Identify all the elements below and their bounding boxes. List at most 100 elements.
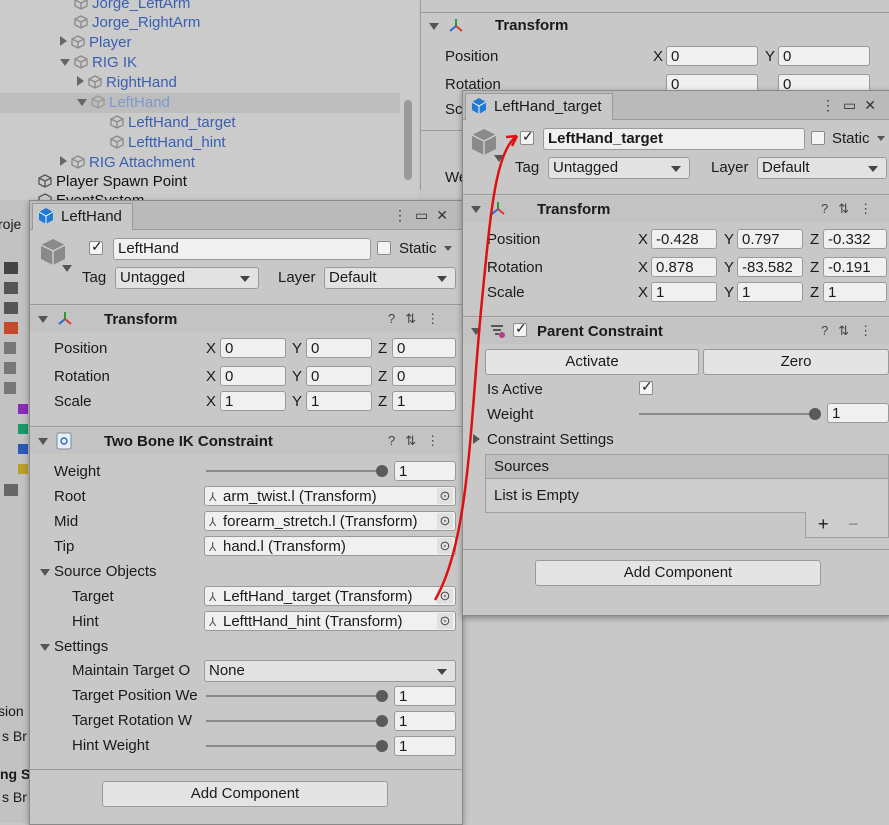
layer-dropdown[interactable]: Default — [324, 267, 456, 289]
expand-arrow-icon[interactable] — [77, 76, 84, 86]
static-dropdown-icon[interactable] — [444, 246, 452, 251]
rotation-z-field[interactable]: 0 — [392, 366, 456, 386]
object-picker-icon[interactable]: ⊙ — [437, 538, 453, 554]
preset-icon[interactable]: ⇅ — [838, 323, 859, 338]
hierarchy-scrollbar[interactable] — [404, 100, 412, 180]
target-rotation-weight-field[interactable]: 1 — [394, 711, 456, 731]
transform-header[interactable]: Transform ?⇅⋮ — [463, 196, 889, 222]
weight-slider-track[interactable] — [206, 470, 384, 472]
parent-constraint-header[interactable]: Parent Constraint ?⇅⋮ — [463, 318, 889, 344]
hierarchy-item[interactable]: RIG Attachment — [60, 153, 195, 173]
help-icon[interactable]: ? — [821, 201, 838, 216]
add-component-button[interactable]: Add Component — [102, 781, 388, 807]
rotation-x-field[interactable]: 0 — [220, 366, 286, 386]
root-object-field[interactable]: ⅄ arm_twist.l (Transform) ⊙ — [204, 486, 456, 506]
trw-slider-track[interactable] — [206, 720, 384, 722]
activate-button[interactable]: Activate — [485, 349, 699, 375]
object-picker-icon[interactable]: ⊙ — [437, 588, 453, 604]
hierarchy-item-selected[interactable]: LeftHand — [0, 93, 400, 113]
icon-dropdown-arrow[interactable] — [62, 265, 72, 272]
hint-weight-field[interactable]: 1 — [394, 736, 456, 756]
source-objects-label[interactable]: Source Objects — [54, 563, 157, 580]
collapse-arrow-icon[interactable] — [429, 23, 439, 30]
object-picker-icon[interactable]: ⊙ — [437, 613, 453, 629]
tag-dropdown[interactable]: Untagged — [548, 157, 690, 179]
object-picker-icon[interactable]: ⊙ — [437, 488, 453, 504]
scale-z-field[interactable]: 1 — [823, 282, 887, 302]
maximize-icon[interactable]: ▭ — [843, 97, 864, 113]
collapse-arrow-icon[interactable] — [471, 206, 481, 213]
tag-dropdown[interactable]: Untagged — [115, 267, 259, 289]
tab-lefthand-target[interactable]: LeftHand_target — [465, 93, 613, 120]
rotation-y-field[interactable]: 0 — [306, 366, 372, 386]
settings-label[interactable]: Settings — [54, 638, 108, 655]
hierarchy-item[interactable]: RightHand — [77, 73, 177, 93]
layer-dropdown[interactable]: Default — [757, 157, 887, 179]
add-component-button[interactable]: Add Component — [535, 560, 821, 586]
enable-component-checkbox[interactable] — [513, 320, 527, 337]
target-position-weight-field[interactable]: 1 — [394, 686, 456, 706]
rotation-x-field[interactable]: 0.878 — [651, 257, 717, 277]
target-object-field[interactable]: ⅄ LeftHand_target (Transform) ⊙ — [204, 586, 456, 606]
hierarchy-item[interactable]: Jorge_RightArm — [74, 13, 200, 33]
hierarchy-item[interactable]: Player — [60, 33, 132, 53]
hierarchy-item[interactable]: Player Spawn Point — [38, 172, 187, 192]
collapse-arrow-icon[interactable] — [38, 438, 48, 445]
scale-x-field[interactable]: 1 — [651, 282, 717, 302]
rotation-y-field[interactable]: -83.582 — [737, 257, 803, 277]
weight-field[interactable]: 1 — [827, 403, 889, 423]
help-icon[interactable]: ? — [821, 323, 838, 338]
hw-slider-knob[interactable] — [376, 740, 388, 752]
object-picker-icon[interactable]: ⊙ — [437, 513, 453, 529]
collapse-arrow-icon[interactable] — [60, 59, 70, 66]
mid-object-field[interactable]: ⅄ forearm_stretch.l (Transform) ⊙ — [204, 511, 456, 531]
scale-z-field[interactable]: 1 — [392, 391, 456, 411]
help-icon[interactable]: ? — [388, 433, 405, 448]
hierarchy-item[interactable]: RIG IK — [60, 53, 137, 73]
static-checkbox[interactable] — [377, 241, 391, 255]
add-item-icon[interactable]: + — [818, 514, 829, 535]
weight-slider-track[interactable] — [639, 413, 817, 415]
position-x-field[interactable]: -0.428 — [651, 229, 717, 249]
scale-y-field[interactable]: 1 — [737, 282, 803, 302]
scale-x-field[interactable]: 1 — [220, 391, 286, 411]
position-z-field[interactable]: 0 — [392, 338, 456, 358]
hint-object-field[interactable]: ⅄ LefttHand_hint (Transform) ⊙ — [204, 611, 456, 631]
ik-constraint-header[interactable]: Two Bone IK Constraint ?⇅⋮ — [30, 428, 462, 454]
icon-dropdown-arrow[interactable] — [494, 155, 504, 162]
trw-slider-knob[interactable] — [376, 715, 388, 727]
collapse-arrow-icon[interactable] — [40, 569, 50, 576]
zero-button[interactable]: Zero — [703, 349, 889, 375]
preset-icon[interactable]: ⇅ — [405, 433, 426, 448]
help-icon[interactable]: ? — [388, 311, 405, 326]
hierarchy-item[interactable]: Jorge_LeftArm — [74, 0, 190, 14]
weight-slider-knob[interactable] — [376, 465, 388, 477]
hierarchy-item[interactable]: LefttHand_hint — [110, 133, 226, 153]
position-x-field[interactable]: 0 — [666, 46, 758, 66]
constraint-settings-label[interactable]: Constraint Settings — [487, 431, 614, 448]
maximize-icon[interactable]: ▭ — [415, 207, 436, 223]
tpw-slider-knob[interactable] — [376, 690, 388, 702]
static-checkbox[interactable] — [811, 131, 825, 145]
active-checkbox[interactable] — [89, 238, 103, 255]
object-name-field[interactable]: LeftHand_target — [543, 128, 805, 150]
weight-slider-knob[interactable] — [809, 408, 821, 420]
more-icon[interactable]: ⋮ — [393, 207, 415, 223]
collapse-arrow-icon[interactable] — [40, 644, 50, 651]
hw-slider-track[interactable] — [206, 745, 384, 747]
tpw-slider-track[interactable] — [206, 695, 384, 697]
expand-arrow-icon[interactable] — [60, 36, 67, 46]
preset-icon[interactable]: ⇅ — [838, 201, 859, 216]
rotation-z-field[interactable]: -0.191 — [823, 257, 887, 277]
position-z-field[interactable]: -0.332 — [823, 229, 887, 249]
expand-arrow-icon[interactable] — [60, 156, 67, 166]
position-y-field[interactable]: 0.797 — [737, 229, 803, 249]
object-name-field[interactable]: LeftHand — [113, 238, 371, 260]
maintain-offset-dropdown[interactable]: None — [204, 660, 456, 682]
remove-item-icon[interactable]: − — [848, 514, 859, 535]
collapse-arrow-icon[interactable] — [471, 328, 481, 335]
hierarchy-item[interactable]: EventSystem — [38, 191, 144, 200]
is-active-checkbox[interactable] — [639, 378, 653, 395]
collapse-arrow-icon[interactable] — [38, 316, 48, 323]
close-icon[interactable]: ✕ — [864, 97, 884, 113]
